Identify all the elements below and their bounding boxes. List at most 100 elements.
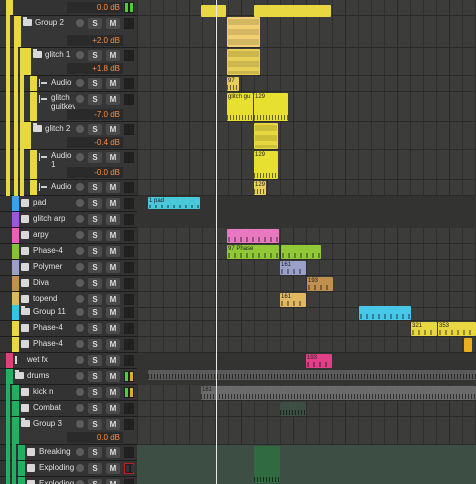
clip[interactable] [254, 446, 280, 483]
track-header[interactable]: ExplodingSM [0, 477, 137, 484]
volume-readout[interactable]: 0.0 dB [67, 432, 123, 443]
track-header[interactable]: Phase-4 S M [0, 244, 137, 260]
clip[interactable]: 1 pad [148, 197, 200, 209]
record-arm-button[interactable] [76, 247, 84, 255]
solo-button[interactable]: S [88, 339, 102, 350]
record-arm-button[interactable] [76, 388, 84, 396]
mute-button[interactable]: M [106, 323, 120, 334]
mute-button[interactable]: M [106, 94, 120, 105]
mute-button[interactable]: M [106, 152, 120, 163]
solo-button[interactable]: S [88, 198, 102, 209]
mute-button[interactable]: M [106, 339, 120, 350]
track-header[interactable]: Polymer S M [0, 260, 137, 276]
clip[interactable] [254, 5, 331, 17]
record-arm-button[interactable] [76, 183, 84, 191]
mute-button[interactable]: M [106, 355, 120, 366]
mute-button[interactable]: M [106, 18, 120, 29]
track-name[interactable]: drums [27, 369, 83, 383]
record-arm-button[interactable] [76, 263, 84, 271]
record-arm-button[interactable] [76, 295, 84, 303]
record-arm-button[interactable] [76, 372, 84, 380]
record-arm-button[interactable] [76, 95, 84, 103]
mute-button[interactable]: M [106, 198, 120, 209]
solo-button[interactable]: S [88, 355, 102, 366]
mute-button[interactable]: M [106, 447, 120, 458]
mute-button[interactable]: M [106, 294, 120, 305]
clip[interactable]: 129 [254, 181, 266, 195]
mute-button[interactable]: M [106, 182, 120, 193]
clip[interactable]: 97 Phase [227, 245, 279, 259]
solo-button[interactable]: S [88, 182, 102, 193]
clip[interactable]: 353 [438, 322, 476, 336]
track-header[interactable]: Breaking S M [0, 445, 137, 461]
record-arm-button[interactable] [76, 480, 84, 484]
solo-button[interactable]: S [88, 307, 102, 318]
solo-button[interactable]: S [88, 447, 102, 458]
volume-readout[interactable]: +1.8 dB [67, 63, 123, 74]
record-arm-button[interactable] [76, 448, 84, 456]
track-header[interactable]: kick nSM [0, 385, 137, 401]
record-arm-button[interactable] [76, 404, 84, 412]
clip[interactable]: 193 [306, 354, 332, 368]
record-arm-button[interactable] [76, 279, 84, 287]
mute-button[interactable]: M [106, 387, 120, 398]
solo-button[interactable]: S [88, 50, 102, 61]
record-arm-button[interactable] [76, 125, 84, 133]
arranger-timeline[interactable]: 97 glitch gu 129 129 129 1 pad 97 Phase 161 193 1… [137, 0, 476, 484]
solo-button[interactable]: S [88, 387, 102, 398]
clip[interactable]: 97 [227, 77, 239, 91]
track-header[interactable]: Phase-4 S M [0, 337, 137, 353]
folder-icon[interactable] [33, 123, 42, 132]
solo-button[interactable]: S [88, 78, 102, 89]
track-header[interactable]: SM0.0 dB [0, 0, 137, 16]
clip[interactable]: 193 [307, 277, 333, 291]
track-header[interactable]: pad S M [0, 196, 137, 212]
solo-button[interactable]: S [88, 294, 102, 305]
solo-button[interactable]: S [88, 124, 102, 135]
track-header[interactable]: Group 11 S M [0, 305, 137, 321]
mute-button[interactable]: M [106, 403, 120, 414]
clip[interactable]: 161 [280, 261, 306, 275]
solo-button[interactable]: S [88, 18, 102, 29]
clip[interactable] [281, 245, 321, 259]
record-arm-button[interactable] [76, 79, 84, 87]
mute-button[interactable]: M [106, 479, 120, 484]
record-arm-button[interactable] [76, 19, 84, 27]
clip[interactable]: 129 [254, 151, 278, 179]
mute-button[interactable]: M [106, 463, 120, 474]
solo-button[interactable]: S [88, 419, 102, 430]
mute-button[interactable]: M [106, 78, 120, 89]
clip[interactable] [254, 123, 278, 149]
solo-button[interactable]: S [88, 214, 102, 225]
mute-button[interactable]: M [106, 307, 120, 318]
track-header[interactable]: Group 3 S M 0.0 dB [0, 417, 137, 445]
record-arm-button[interactable] [76, 215, 84, 223]
record-arm-button[interactable] [76, 340, 84, 348]
solo-button[interactable]: S [88, 262, 102, 273]
clip[interactable]: glitch gu [227, 93, 253, 121]
track-header[interactable]: Phase-4 S M [0, 321, 137, 337]
solo-button[interactable]: S [88, 152, 102, 163]
record-arm-button[interactable] [76, 199, 84, 207]
clip[interactable] [280, 402, 306, 416]
clip[interactable] [227, 49, 260, 75]
track-header[interactable]: Diva S M [0, 276, 137, 292]
track-header[interactable]: Combat S M [0, 401, 137, 417]
track-header[interactable]: Group 2 S M +2.0 dB [0, 16, 137, 48]
record-arm-button[interactable] [76, 324, 84, 332]
solo-button[interactable]: S [88, 463, 102, 474]
folder-icon[interactable] [21, 306, 30, 315]
mute-button[interactable]: M [106, 50, 120, 61]
clip[interactable] [148, 370, 476, 380]
clip[interactable] [359, 306, 411, 320]
track-header[interactable]: wet fx S M [0, 353, 137, 369]
clip[interactable] [227, 229, 279, 243]
solo-button[interactable]: S [88, 246, 102, 257]
volume-readout[interactable]: -7.0 dB [67, 109, 123, 120]
mute-button[interactable]: M [106, 230, 120, 241]
clip[interactable] [227, 17, 260, 47]
volume-readout[interactable]: -0.0 dB [67, 167, 123, 178]
track-header[interactable]: glitch arp S M [0, 212, 137, 228]
clip[interactable] [201, 5, 226, 17]
record-arm-button[interactable] [76, 420, 84, 428]
